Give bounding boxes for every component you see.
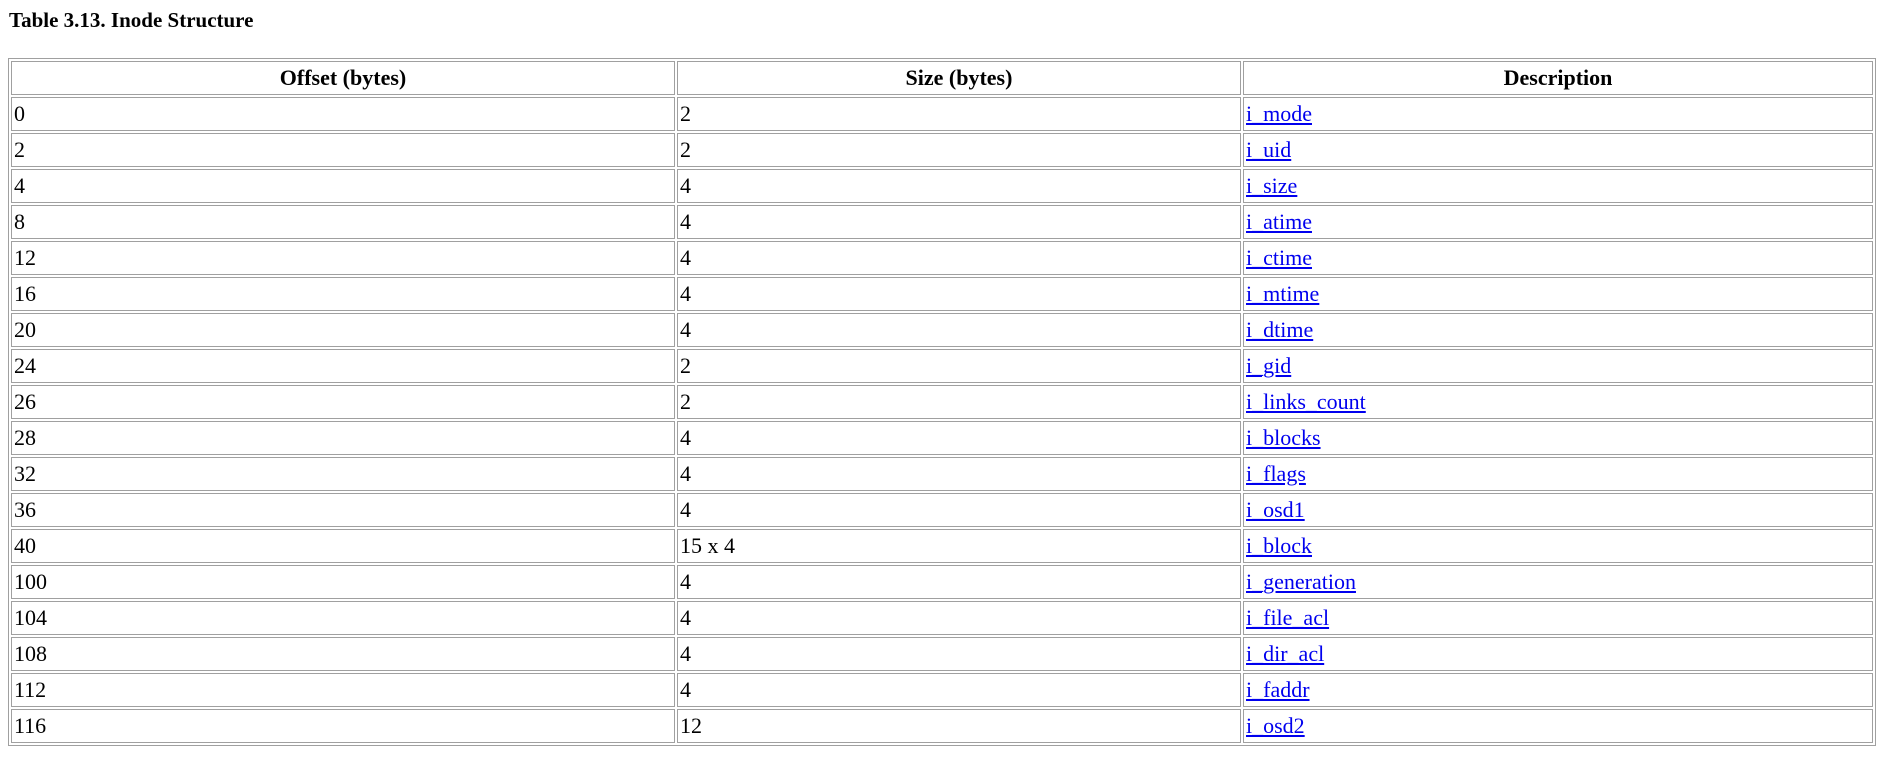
description-cell: i_dir_acl [1243,637,1873,671]
description-cell: i_block [1243,529,1873,563]
table-row: 108 4 i_dir_acl [11,637,1873,671]
table-row: 26 2 i_links_count [11,385,1873,419]
table-row: 40 15 x 4 i_block [11,529,1873,563]
field-link[interactable]: i_mtime [1246,281,1319,306]
field-link[interactable]: i_file_acl [1246,605,1329,630]
description-cell: i_osd2 [1243,709,1873,743]
size-cell: 4 [677,637,1241,671]
field-link[interactable]: i_mode [1246,101,1312,126]
field-link[interactable]: i_ctime [1246,245,1312,270]
size-cell: 4 [677,601,1241,635]
description-cell: i_ctime [1243,241,1873,275]
description-cell: i_size [1243,169,1873,203]
field-link[interactable]: i_gid [1246,353,1291,378]
field-link[interactable]: i_links_count [1246,389,1366,414]
field-link[interactable]: i_flags [1246,461,1306,486]
field-link[interactable]: i_size [1246,173,1297,198]
size-cell: 4 [677,421,1241,455]
field-link[interactable]: i_faddr [1246,677,1310,702]
description-cell: i_gid [1243,349,1873,383]
offset-cell: 116 [11,709,675,743]
offset-cell: 112 [11,673,675,707]
size-cell: 2 [677,349,1241,383]
field-link[interactable]: i_atime [1246,209,1312,234]
column-header-offset: Offset (bytes) [11,61,675,95]
field-link[interactable]: i_dir_acl [1246,641,1324,666]
table-row: 104 4 i_file_acl [11,601,1873,635]
table-row: 4 4 i_size [11,169,1873,203]
description-cell: i_osd1 [1243,493,1873,527]
size-cell: 2 [677,97,1241,131]
offset-cell: 20 [11,313,675,347]
size-cell: 2 [677,385,1241,419]
field-link[interactable]: i_blocks [1246,425,1321,450]
table-row: 12 4 i_ctime [11,241,1873,275]
size-cell: 4 [677,169,1241,203]
offset-cell: 0 [11,97,675,131]
offset-cell: 40 [11,529,675,563]
offset-cell: 108 [11,637,675,671]
offset-cell: 8 [11,205,675,239]
offset-cell: 16 [11,277,675,311]
size-cell: 12 [677,709,1241,743]
offset-cell: 12 [11,241,675,275]
table-row: 16 4 i_mtime [11,277,1873,311]
offset-cell: 28 [11,421,675,455]
offset-cell: 100 [11,565,675,599]
table-row: 24 2 i_gid [11,349,1873,383]
table-row: 116 12 i_osd2 [11,709,1873,743]
description-cell: i_links_count [1243,385,1873,419]
field-link[interactable]: i_block [1246,533,1312,558]
description-cell: i_faddr [1243,673,1873,707]
description-cell: i_uid [1243,133,1873,167]
size-cell: 4 [677,565,1241,599]
size-cell: 4 [677,493,1241,527]
offset-cell: 104 [11,601,675,635]
table-header-row: Offset (bytes) Size (bytes) Description [11,61,1873,95]
inode-structure-table: Offset (bytes) Size (bytes) Description … [8,58,1876,746]
offset-cell: 26 [11,385,675,419]
size-cell: 4 [677,277,1241,311]
description-cell: i_generation [1243,565,1873,599]
field-link[interactable]: i_generation [1246,569,1356,594]
table-caption: Table 3.13. Inode Structure [9,8,254,32]
table-row: 32 4 i_flags [11,457,1873,491]
table-row: 112 4 i_faddr [11,673,1873,707]
size-cell: 2 [677,133,1241,167]
offset-cell: 4 [11,169,675,203]
size-cell: 4 [677,673,1241,707]
table-row: 2 2 i_uid [11,133,1873,167]
description-cell: i_file_acl [1243,601,1873,635]
description-cell: i_blocks [1243,421,1873,455]
table-row: 0 2 i_mode [11,97,1873,131]
table-row: 100 4 i_generation [11,565,1873,599]
description-cell: i_mtime [1243,277,1873,311]
table-row: 28 4 i_blocks [11,421,1873,455]
size-cell: 15 x 4 [677,529,1241,563]
offset-cell: 36 [11,493,675,527]
description-cell: i_atime [1243,205,1873,239]
description-cell: i_dtime [1243,313,1873,347]
description-cell: i_mode [1243,97,1873,131]
field-link[interactable]: i_osd2 [1246,713,1305,738]
description-cell: i_flags [1243,457,1873,491]
size-cell: 4 [677,205,1241,239]
offset-cell: 24 [11,349,675,383]
size-cell: 4 [677,241,1241,275]
size-cell: 4 [677,313,1241,347]
table-row: 8 4 i_atime [11,205,1873,239]
column-header-description: Description [1243,61,1873,95]
table-row: 36 4 i_osd1 [11,493,1873,527]
size-cell: 4 [677,457,1241,491]
table-row: 20 4 i_dtime [11,313,1873,347]
offset-cell: 32 [11,457,675,491]
offset-cell: 2 [11,133,675,167]
column-header-size: Size (bytes) [677,61,1241,95]
field-link[interactable]: i_uid [1246,137,1291,162]
field-link[interactable]: i_osd1 [1246,497,1305,522]
field-link[interactable]: i_dtime [1246,317,1313,342]
